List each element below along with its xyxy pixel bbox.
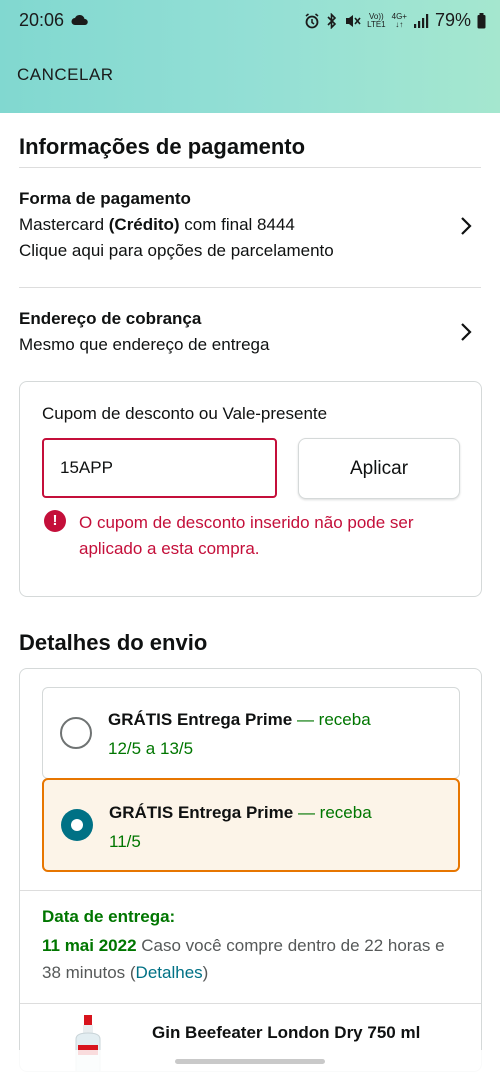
home-gesture-handle[interactable] <box>175 1059 325 1064</box>
details-link[interactable]: Detalhes <box>136 963 203 982</box>
divider <box>19 167 481 168</box>
divider <box>19 287 481 288</box>
coupon-box: Cupom de desconto ou Vale-presente 15APP… <box>19 381 482 597</box>
radio-selected[interactable] <box>61 809 93 841</box>
shipping-option[interactable]: GRÁTIS Entrega Prime — receba 12/5 a 13/… <box>42 687 460 779</box>
delivery-date-label: Data de entrega: <box>42 907 176 926</box>
product-name[interactable]: Gin Beefeater London Dry 750 ml <box>152 1023 420 1043</box>
bluetooth-icon <box>327 12 337 29</box>
payment-method-title: Forma de pagamento <box>19 189 191 208</box>
divider <box>20 1003 481 1004</box>
shipping-section-title: Detalhes do envio <box>19 630 208 655</box>
installments-link: Clique aqui para opções de parcelamento <box>19 241 334 260</box>
cloud-icon <box>71 14 88 25</box>
payment-method-row[interactable]: Forma de pagamento Mastercard (Crédito) … <box>19 186 481 266</box>
battery-percent: 79% <box>434 10 471 30</box>
status-time: 20:06 <box>19 10 65 30</box>
chevron-right-icon <box>461 217 472 235</box>
divider <box>20 890 481 891</box>
alarm-icon <box>305 12 319 28</box>
billing-address-value: Mesmo que endereço de entrega <box>19 335 270 354</box>
delivery-date-text: 11 mai 2022 Caso você compre dentro de 2… <box>42 936 445 982</box>
status-bar: 20:06 Vo)) LTE1 4G+ ↓↑ 79% <box>0 8 500 34</box>
coupon-label: Cupom de desconto ou Vale-presente <box>42 404 328 423</box>
shipping-box: GRÁTIS Entrega Prime — receba 12/5 a 13/… <box>19 668 482 1072</box>
network-indicator: 4G+ ↓↑ <box>391 11 407 29</box>
billing-address-title: Endereço de cobrança <box>19 309 202 328</box>
coupon-input[interactable]: 15APP <box>42 438 277 498</box>
volte-indicator: Vo)) LTE1 <box>367 11 386 29</box>
cancel-button[interactable]: CANCELAR <box>17 65 114 85</box>
shipping-option-selected[interactable]: GRÁTIS Entrega Prime — receba 11/5 <box>42 778 460 872</box>
error-icon: ! <box>44 510 66 532</box>
mute-icon <box>346 14 361 27</box>
billing-address-row[interactable]: Endereço de cobrança Mesmo que endereço … <box>19 306 481 360</box>
shipping-option-text: GRÁTIS Entrega Prime — receba 12/5 a 13/… <box>108 710 371 758</box>
payment-section-title: Informações de pagamento <box>19 134 306 159</box>
signal-icon <box>413 13 429 28</box>
chevron-right-icon <box>461 323 472 341</box>
apply-coupon-button[interactable]: Aplicar <box>298 438 460 499</box>
radio-unselected[interactable] <box>60 717 92 749</box>
header-bar: 20:06 Vo)) LTE1 4G+ ↓↑ 79% CANCELAR <box>0 0 500 113</box>
battery-icon <box>477 12 486 28</box>
coupon-error-message: O cupom de desconto inserido não pode se… <box>79 513 414 558</box>
status-icons: Vo)) LTE1 4G+ ↓↑ 79% <box>304 10 486 31</box>
shipping-option-text: GRÁTIS Entrega Prime — receba 11/5 <box>109 803 372 851</box>
data-arrows-icon: ↓↑ <box>395 19 404 29</box>
payment-method-card: Mastercard (Crédito) com final 8444 <box>19 215 295 234</box>
